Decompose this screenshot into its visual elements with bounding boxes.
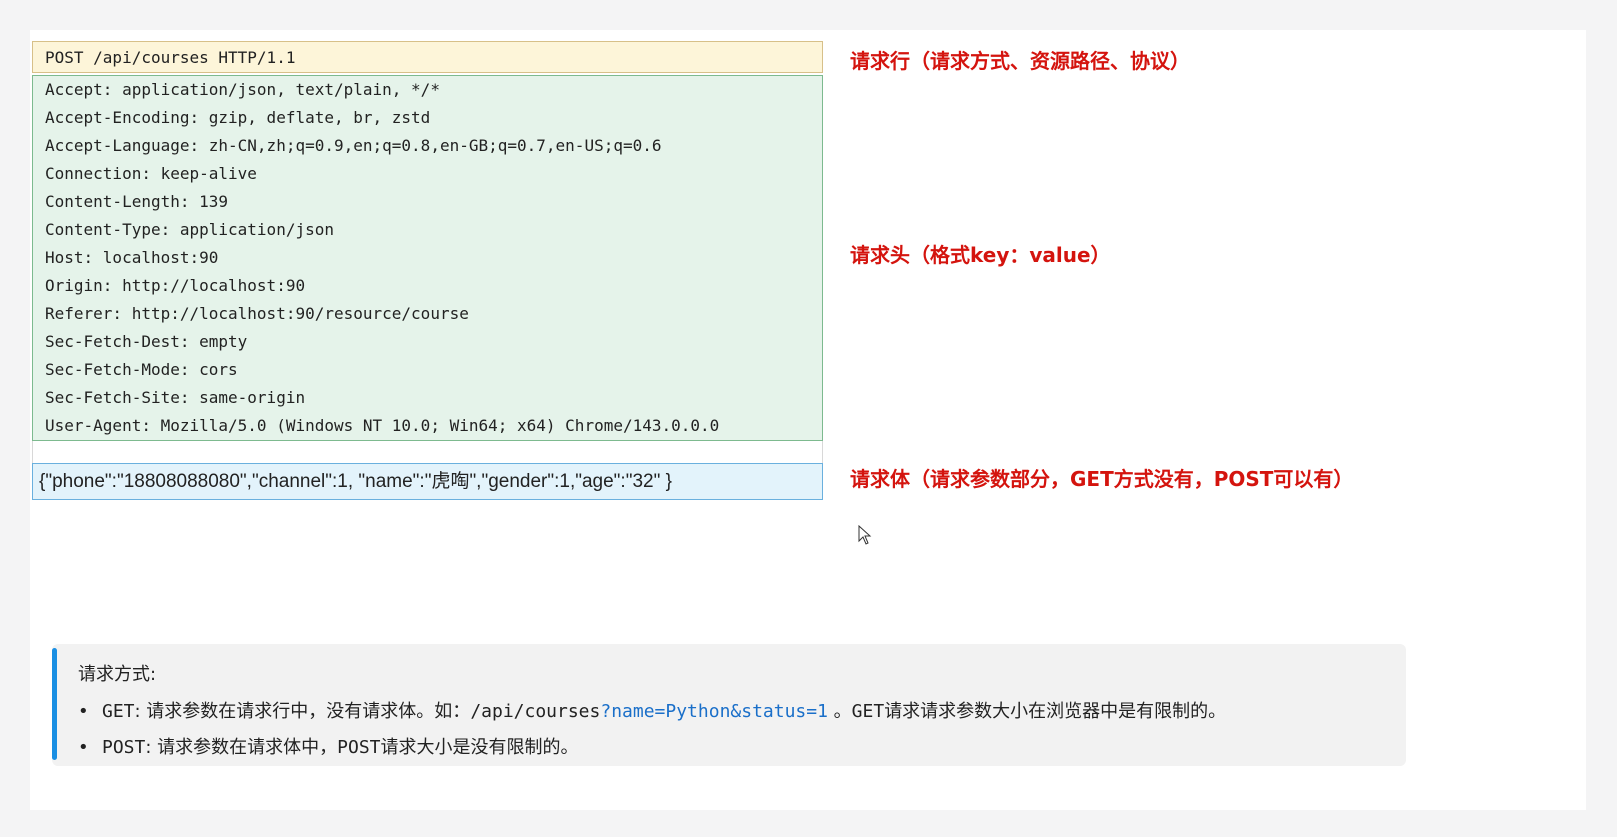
header-line: Accept-Language: zh-CN,zh;q=0.9,en;q=0.8… [45,136,662,155]
post-description: : 请求参数在请求体中， [145,737,338,758]
page: POST /api/courses HTTP/1.1 Accept: appli… [30,30,1586,810]
header-line: Accept: application/json, text/plain, */… [45,80,440,99]
get-description: : 请求参数在请求行中，没有请求体。如： [134,701,471,722]
blank-line [32,441,823,463]
get-limit-text: 请求请求参数大小在浏览器中是有限制的。 [884,701,1227,722]
header-line: Referer: http://localhost:90/resource/co… [45,304,469,323]
example-path: /api/courses [470,701,601,722]
method-post: POST [102,737,146,758]
http-request-example: POST /api/courses HTTP/1.1 Accept: appli… [32,41,823,500]
header-line: Content-Length: 139 [45,192,229,211]
method-post-2: POST [337,737,381,758]
method-get: GET [102,701,135,722]
post-limit-text: 请求大小是没有限制的。 [380,737,579,758]
note-title: 请求方式: [78,664,157,685]
note-list: • GET: 请求参数在请求行中，没有请求体。如：/api/courses?na… [78,694,1227,766]
header-line: Sec-Fetch-Mode: cors [45,360,238,379]
list-item-post: • POST: 请求参数在请求体中，POST请求大小是没有限制的。 [78,730,1226,766]
request-methods-note: 请求方式: • GET: 请求参数在请求行中，没有请求体。如：/api/cour… [52,644,1406,766]
header-line: Origin: http://localhost:90 [45,276,306,295]
header-line: Host: localhost:90 [45,248,219,267]
bullet: • [78,701,89,722]
mouse-cursor-icon [858,525,872,545]
note-accent-bar [52,648,57,760]
header-line: User-Agent: Mozilla/5.0 (Windows NT 10.0… [45,416,720,435]
header-line: Sec-Fetch-Site: same-origin [45,388,306,407]
bullet: • [78,737,89,758]
method-get-2: GET [851,701,885,722]
request-line: POST /api/courses HTTP/1.1 [32,41,823,73]
request-headers: Accept: application/json, text/plain, */… [32,75,823,441]
header-line: Accept-Encoding: gzip, deflate, br, zstd [45,108,431,127]
example-query-link[interactable]: ?name=Python&status=1 [600,701,828,722]
header-line: Sec-Fetch-Dest: empty [45,332,248,351]
header-line: Connection: keep-alive [45,164,257,183]
header-line: Content-Type: application/json [45,220,334,239]
annotation-request-line: 请求行（请求方式、资源路径、协议） [850,49,1190,73]
request-body: {"phone":"18808088080","channel":1, "nam… [32,463,823,500]
annotation-body: 请求体（请求参数部分，GET方式没有，POST可以有） [850,467,1354,491]
separator: 。 [827,701,852,722]
annotation-headers: 请求头（格式key：value） [850,243,1111,267]
list-item-get: • GET: 请求参数在请求行中，没有请求体。如：/api/courses?na… [78,694,1227,730]
